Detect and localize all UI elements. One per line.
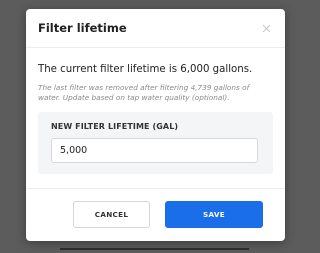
filter-lifetime-dialog: Filter lifetime The current filter lifet… <box>26 9 285 241</box>
lifetime-input[interactable] <box>51 138 258 163</box>
lifetime-field-label: NEW FILTER LIFETIME (GAL) <box>51 122 179 131</box>
save-button[interactable]: SAVE <box>165 201 263 228</box>
close-icon <box>262 24 270 32</box>
close-button[interactable] <box>255 17 277 39</box>
cancel-button[interactable]: CANCEL <box>73 201 150 228</box>
backdrop-underlay <box>60 248 249 250</box>
last-filter-note: The last filter was removed after filter… <box>38 83 250 102</box>
dialog-header: Filter lifetime <box>26 9 285 48</box>
dialog-title: Filter lifetime <box>38 21 127 35</box>
dialog-footer: CANCEL SAVE <box>26 188 285 241</box>
lifetime-field-panel: NEW FILTER LIFETIME (GAL) <box>38 112 273 174</box>
dialog-body: The current filter lifetime is 6,000 gal… <box>26 48 285 174</box>
current-lifetime-text: The current filter lifetime is 6,000 gal… <box>38 64 253 75</box>
